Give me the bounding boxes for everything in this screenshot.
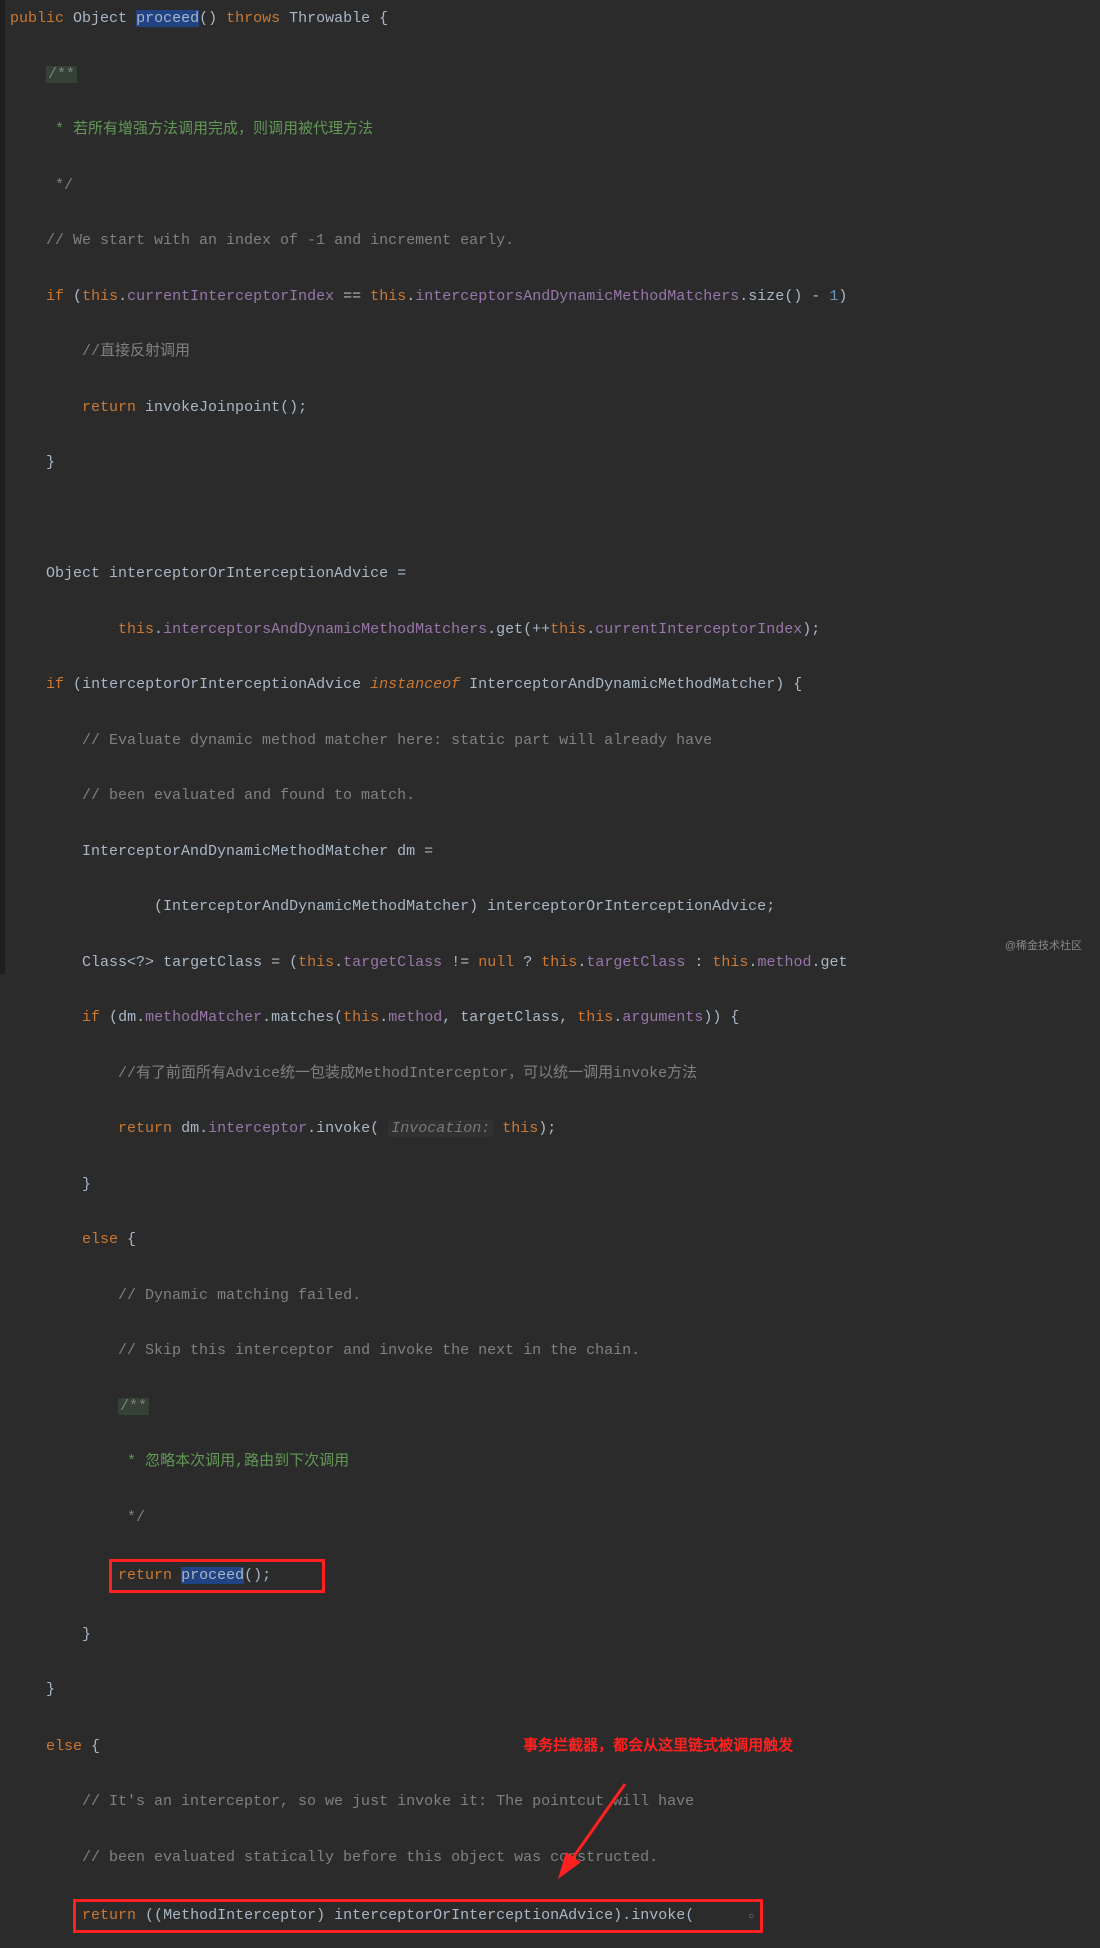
comment-eval1: // Evaluate dynamic method matcher here:… xyxy=(82,732,712,749)
comment-reflect: //直接反射调用 xyxy=(82,343,190,360)
doc-close: */ xyxy=(55,177,73,194)
parens: () xyxy=(199,10,217,27)
brace: { xyxy=(379,10,388,27)
method-proceed: proceed xyxy=(136,10,199,27)
watermark: @稀金技术社区 xyxy=(1005,936,1082,956)
var-targetClass: targetClass xyxy=(163,954,262,971)
method-proceed-call: proceed xyxy=(181,1567,244,1584)
doc-comment-open: /** xyxy=(46,66,77,83)
highlight-box-2: return ((MethodInterceptor) interceptorO… xyxy=(73,1899,763,1933)
var-intOrAdvice: interceptorOrInterceptionAdvice xyxy=(109,565,388,582)
field-targetClass: targetClass xyxy=(343,954,442,971)
parameter-hint: Invocation: xyxy=(388,1120,493,1137)
type-MethodInterceptor: MethodInterceptor xyxy=(163,1907,316,1924)
annotation-red-text: 事务拦截器，都会从这里链式被调用触发 xyxy=(523,1737,793,1754)
kw-public: public xyxy=(10,10,64,27)
method-size: size xyxy=(748,288,784,305)
code-editor: public Object proceed() throws Throwable… xyxy=(5,5,1100,1948)
comment-chinese-advice: //有了前面所有Advice统一包装成MethodInterceptor，可以统… xyxy=(118,1065,697,1082)
doc-line2: 忽略本次调用,路由到下次调用 xyxy=(145,1453,349,1470)
field-interceptors: interceptorsAndDynamicMethodMatchers xyxy=(415,288,739,305)
kw-null: null xyxy=(478,954,514,971)
field-arguments: arguments xyxy=(622,1009,703,1026)
field-method: method xyxy=(757,954,811,971)
type-class: Class xyxy=(82,954,127,971)
var-dm: dm xyxy=(397,843,415,860)
field-currentIdx: currentInterceptorIndex xyxy=(127,288,334,305)
method-matches: matches xyxy=(271,1009,334,1026)
kw-throws: throws xyxy=(226,10,280,27)
highlight-box-1: return proceed(); xyxy=(109,1559,325,1593)
field-methodMatcher: methodMatcher xyxy=(145,1009,262,1026)
type-object2: Object xyxy=(46,565,100,582)
comment-dynfail: // Dynamic matching failed. xyxy=(118,1287,361,1304)
kw-instanceof: instanceof xyxy=(370,676,460,693)
method-get: get xyxy=(496,621,523,638)
kw-if: if xyxy=(46,288,64,305)
doc-open2: /** xyxy=(118,1398,149,1415)
type-object: Object xyxy=(73,10,127,27)
arrow-annotation xyxy=(565,1784,645,1874)
type-throwable: Throwable xyxy=(289,10,370,27)
doc-line: 若所有增强方法调用完成，则调用被代理方法 xyxy=(73,121,373,138)
kw-return: return xyxy=(82,399,136,416)
field-interceptor: interceptor xyxy=(208,1120,307,1137)
comment-eval2: // been evaluated and found to match. xyxy=(82,787,415,804)
comment-westart: // We start with an index of -1 and incr… xyxy=(46,232,514,249)
kw-else: else xyxy=(82,1231,118,1248)
kw-this: this xyxy=(82,288,118,305)
caret-circle: ○ xyxy=(748,1912,754,1923)
comment-skip: // Skip this interceptor and invoke the … xyxy=(118,1342,640,1359)
method-invokeJoinpoint: invokeJoinpoint xyxy=(145,399,280,416)
num-1: 1 xyxy=(829,288,838,305)
type-IADMM: InterceptorAndDynamicMethodMatcher xyxy=(469,676,775,693)
doc-bullet: * xyxy=(55,121,64,138)
method-invoke: invoke xyxy=(316,1120,370,1137)
